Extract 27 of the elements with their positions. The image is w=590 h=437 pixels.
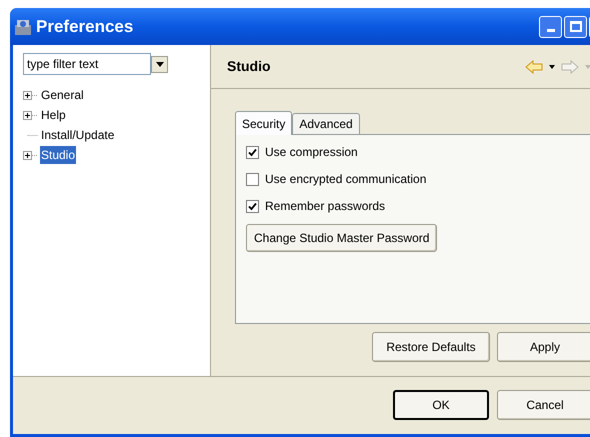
app-icon <box>14 18 32 36</box>
checkbox[interactable] <box>246 172 259 186</box>
checkbox[interactable] <box>246 146 259 158</box>
filter-field[interactable]: type filter text <box>23 53 151 75</box>
maximize-button[interactable] <box>564 16 587 38</box>
expand-icon[interactable] <box>23 90 39 100</box>
checkbox[interactable] <box>246 200 259 212</box>
tree-item[interactable]: General <box>40 86 85 104</box>
restore-defaults-button[interactable]: Restore Defaults <box>372 332 490 362</box>
tab[interactable]: Security <box>235 111 292 135</box>
window-title: Preferences <box>36 16 134 38</box>
tree-item[interactable]: Help <box>40 106 67 124</box>
page-title: Studio <box>227 57 271 76</box>
tree-item[interactable]: Studio <box>40 146 76 164</box>
cancel-button[interactable]: Cancel <box>497 390 590 420</box>
tree-item[interactable]: Install/Update <box>40 126 116 144</box>
ok-button[interactable]: OK <box>393 390 489 420</box>
checkbox-label: Use compression <box>265 144 358 161</box>
tab[interactable]: Advanced <box>292 113 360 134</box>
expand-icon[interactable] <box>23 150 39 160</box>
apply-button[interactable]: Apply <box>497 332 590 362</box>
change-password-button[interactable]: Change Studio Master Password <box>246 224 438 252</box>
checkbox-label: Remember passwords <box>265 198 386 215</box>
expand-icon[interactable] <box>23 110 39 120</box>
checkbox-label: Use encrypted communication <box>265 171 426 188</box>
minimize-button[interactable] <box>539 16 562 38</box>
dropdown-icon[interactable] <box>549 64 555 68</box>
